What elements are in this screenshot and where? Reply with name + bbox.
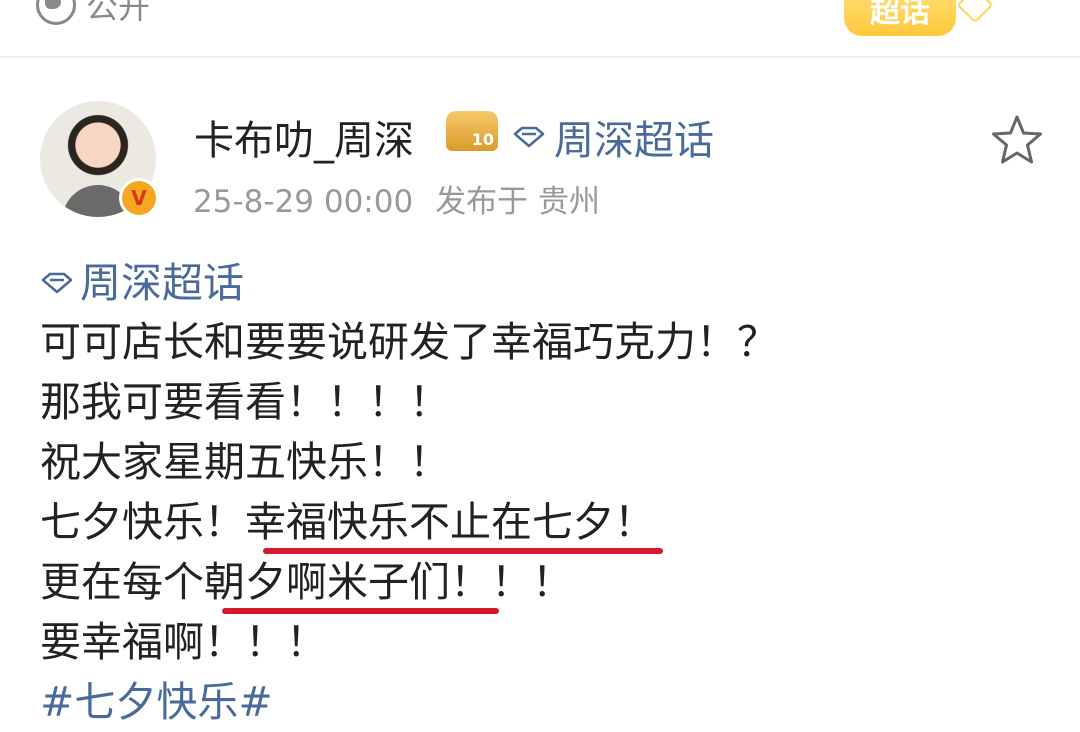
text-line: 要幸福啊！！！	[40, 618, 327, 666]
post-meta: 25-8-29 00:00 发布于 贵州	[193, 176, 600, 221]
visibility-indicator[interactable]: 公开	[36, 0, 150, 28]
topic-link-label: 周深超话	[80, 259, 244, 307]
text-line: 祝大家星期五快乐！！	[40, 438, 450, 486]
post-content: 周深超话 可可店长和要要说研发了幸福巧克力！？ 那我可要看看！！！！ 祝大家星期…	[40, 254, 1040, 732]
hashtag-link[interactable]: #七夕快乐#	[40, 672, 1040, 732]
text-line: 那我可要看看！！！！	[40, 378, 450, 426]
gem-icon	[956, 0, 994, 24]
diamond-icon	[513, 126, 545, 148]
fan-badge-level: 10	[471, 130, 494, 149]
globe-icon	[36, 0, 76, 25]
super-topic-badge-label: 超话	[870, 0, 930, 30]
text-fragment: ！！	[491, 558, 573, 606]
post-location: 发布于 贵州	[435, 184, 601, 220]
text-line: 更在每个朝夕啊米子们！！！	[40, 552, 1040, 614]
topic-header-label: 周深超话	[554, 118, 714, 164]
post-time: 25-8-29 00:00	[193, 184, 414, 220]
crown-badge-icon[interactable]: 10	[446, 111, 498, 151]
text-line: 可可店长和要要说研发了幸福巧克力！？	[40, 318, 778, 366]
underlined-text: 幸福快乐不止在七夕！	[245, 492, 663, 554]
top-strip: 公开 超话	[0, 0, 1080, 56]
verified-badge-icon: V	[119, 178, 159, 218]
topic-link[interactable]: 周深超话	[40, 254, 1040, 312]
text-line: 七夕快乐！幸福快乐不止在七夕！	[40, 492, 1040, 554]
star-outline-icon[interactable]	[990, 113, 1044, 167]
diamond-icon	[41, 272, 73, 294]
super-topic-badge[interactable]: 超话	[844, 0, 994, 36]
text-fragment: 七夕快乐！	[40, 498, 245, 546]
text-fragment: 更在每个	[40, 558, 204, 606]
visibility-label: 公开	[86, 0, 151, 26]
divider	[0, 56, 1080, 58]
author-name[interactable]: 卡布叻_周深	[194, 108, 414, 166]
underlined-text: 朝夕啊米子们！	[204, 552, 499, 614]
topic-header-link[interactable]: 周深超话	[512, 108, 714, 166]
